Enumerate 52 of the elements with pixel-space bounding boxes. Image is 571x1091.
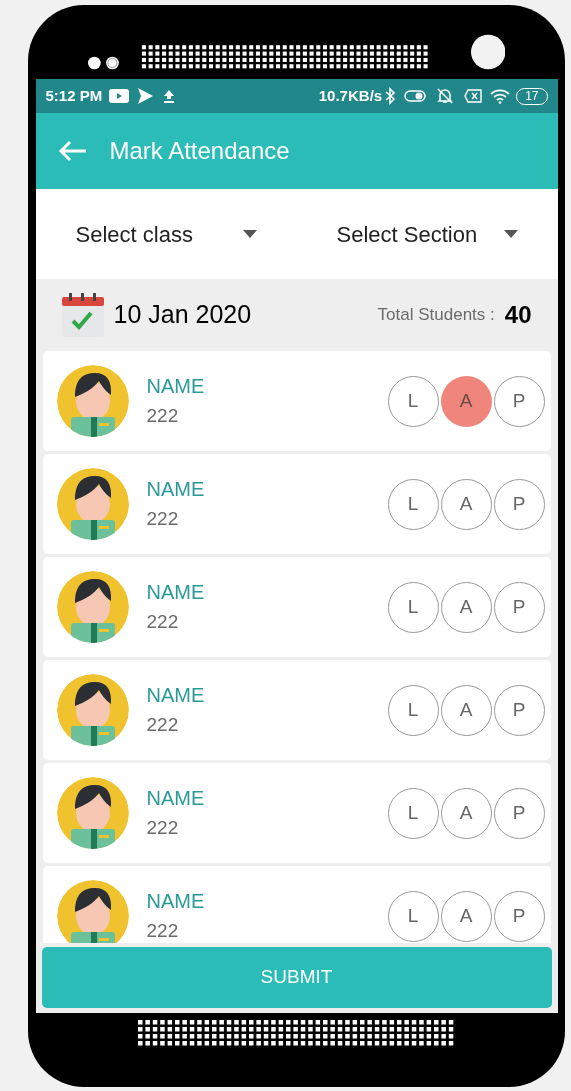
upload-icon <box>163 89 176 103</box>
play-icon <box>136 87 155 105</box>
total-students-label: Total Students : <box>377 304 495 327</box>
attendance-option[interactable]: A <box>440 478 492 530</box>
roll-number: 222 <box>146 404 180 429</box>
attendance-option[interactable]: L <box>387 375 439 427</box>
attendance-option[interactable]: P <box>493 478 545 530</box>
network-speed: 10.7KB/s <box>318 85 383 106</box>
sim-icon <box>464 89 483 103</box>
dropdown-caret-icon <box>242 230 257 238</box>
wifi-icon <box>490 88 511 104</box>
attendance-option[interactable]: L <box>387 581 439 633</box>
attendance-option[interactable]: L <box>387 787 439 839</box>
camera-icon <box>88 55 121 71</box>
attendance-option[interactable]: P <box>493 581 545 633</box>
roll-number: 222 <box>146 507 180 532</box>
attendance-option[interactable]: P <box>493 375 545 427</box>
total-students-count: 40 <box>504 300 532 330</box>
bluetooth-icon <box>384 87 397 105</box>
dropdown-caret-icon <box>503 230 518 238</box>
attendance-option[interactable]: A <box>440 787 492 839</box>
attendance-option[interactable]: A <box>440 375 492 427</box>
status-time: 5:12 PM <box>45 85 103 106</box>
roll-number: 222 <box>146 610 180 635</box>
sensor-icon <box>470 33 505 71</box>
student-name: NAME <box>146 889 205 915</box>
student-name: NAME <box>146 374 205 400</box>
attendance-option[interactable]: A <box>440 890 492 942</box>
roll-number: 222 <box>146 816 180 841</box>
screen-title: Mark Attendance <box>109 136 290 166</box>
attendance-option[interactable]: L <box>387 890 439 942</box>
calendar-check-icon <box>61 293 104 337</box>
student-name: NAME <box>146 683 205 709</box>
date-label: 10 Jan 2020 <box>113 299 252 331</box>
attendance-option[interactable]: P <box>493 890 545 942</box>
student-name: NAME <box>146 786 205 812</box>
muted-bell-icon <box>436 87 455 105</box>
roll-number: 222 <box>146 713 180 738</box>
attendance-option[interactable]: A <box>440 581 492 633</box>
attendance-option[interactable]: P <box>493 787 545 839</box>
attendance-option[interactable]: L <box>387 478 439 530</box>
toggle-icon <box>404 88 429 104</box>
dropdown[interactable]: Select Section <box>296 217 558 251</box>
student-name: NAME <box>146 580 205 606</box>
roll-number: 222 <box>146 919 180 943</box>
attendance-option[interactable]: L <box>387 684 439 736</box>
student-name: NAME <box>146 477 205 503</box>
attendance-option[interactable]: A <box>440 684 492 736</box>
back-arrow-icon[interactable] <box>57 140 88 162</box>
dropdown[interactable]: Select class <box>35 217 297 251</box>
video-icon <box>109 89 130 103</box>
attendance-option[interactable]: P <box>493 684 545 736</box>
